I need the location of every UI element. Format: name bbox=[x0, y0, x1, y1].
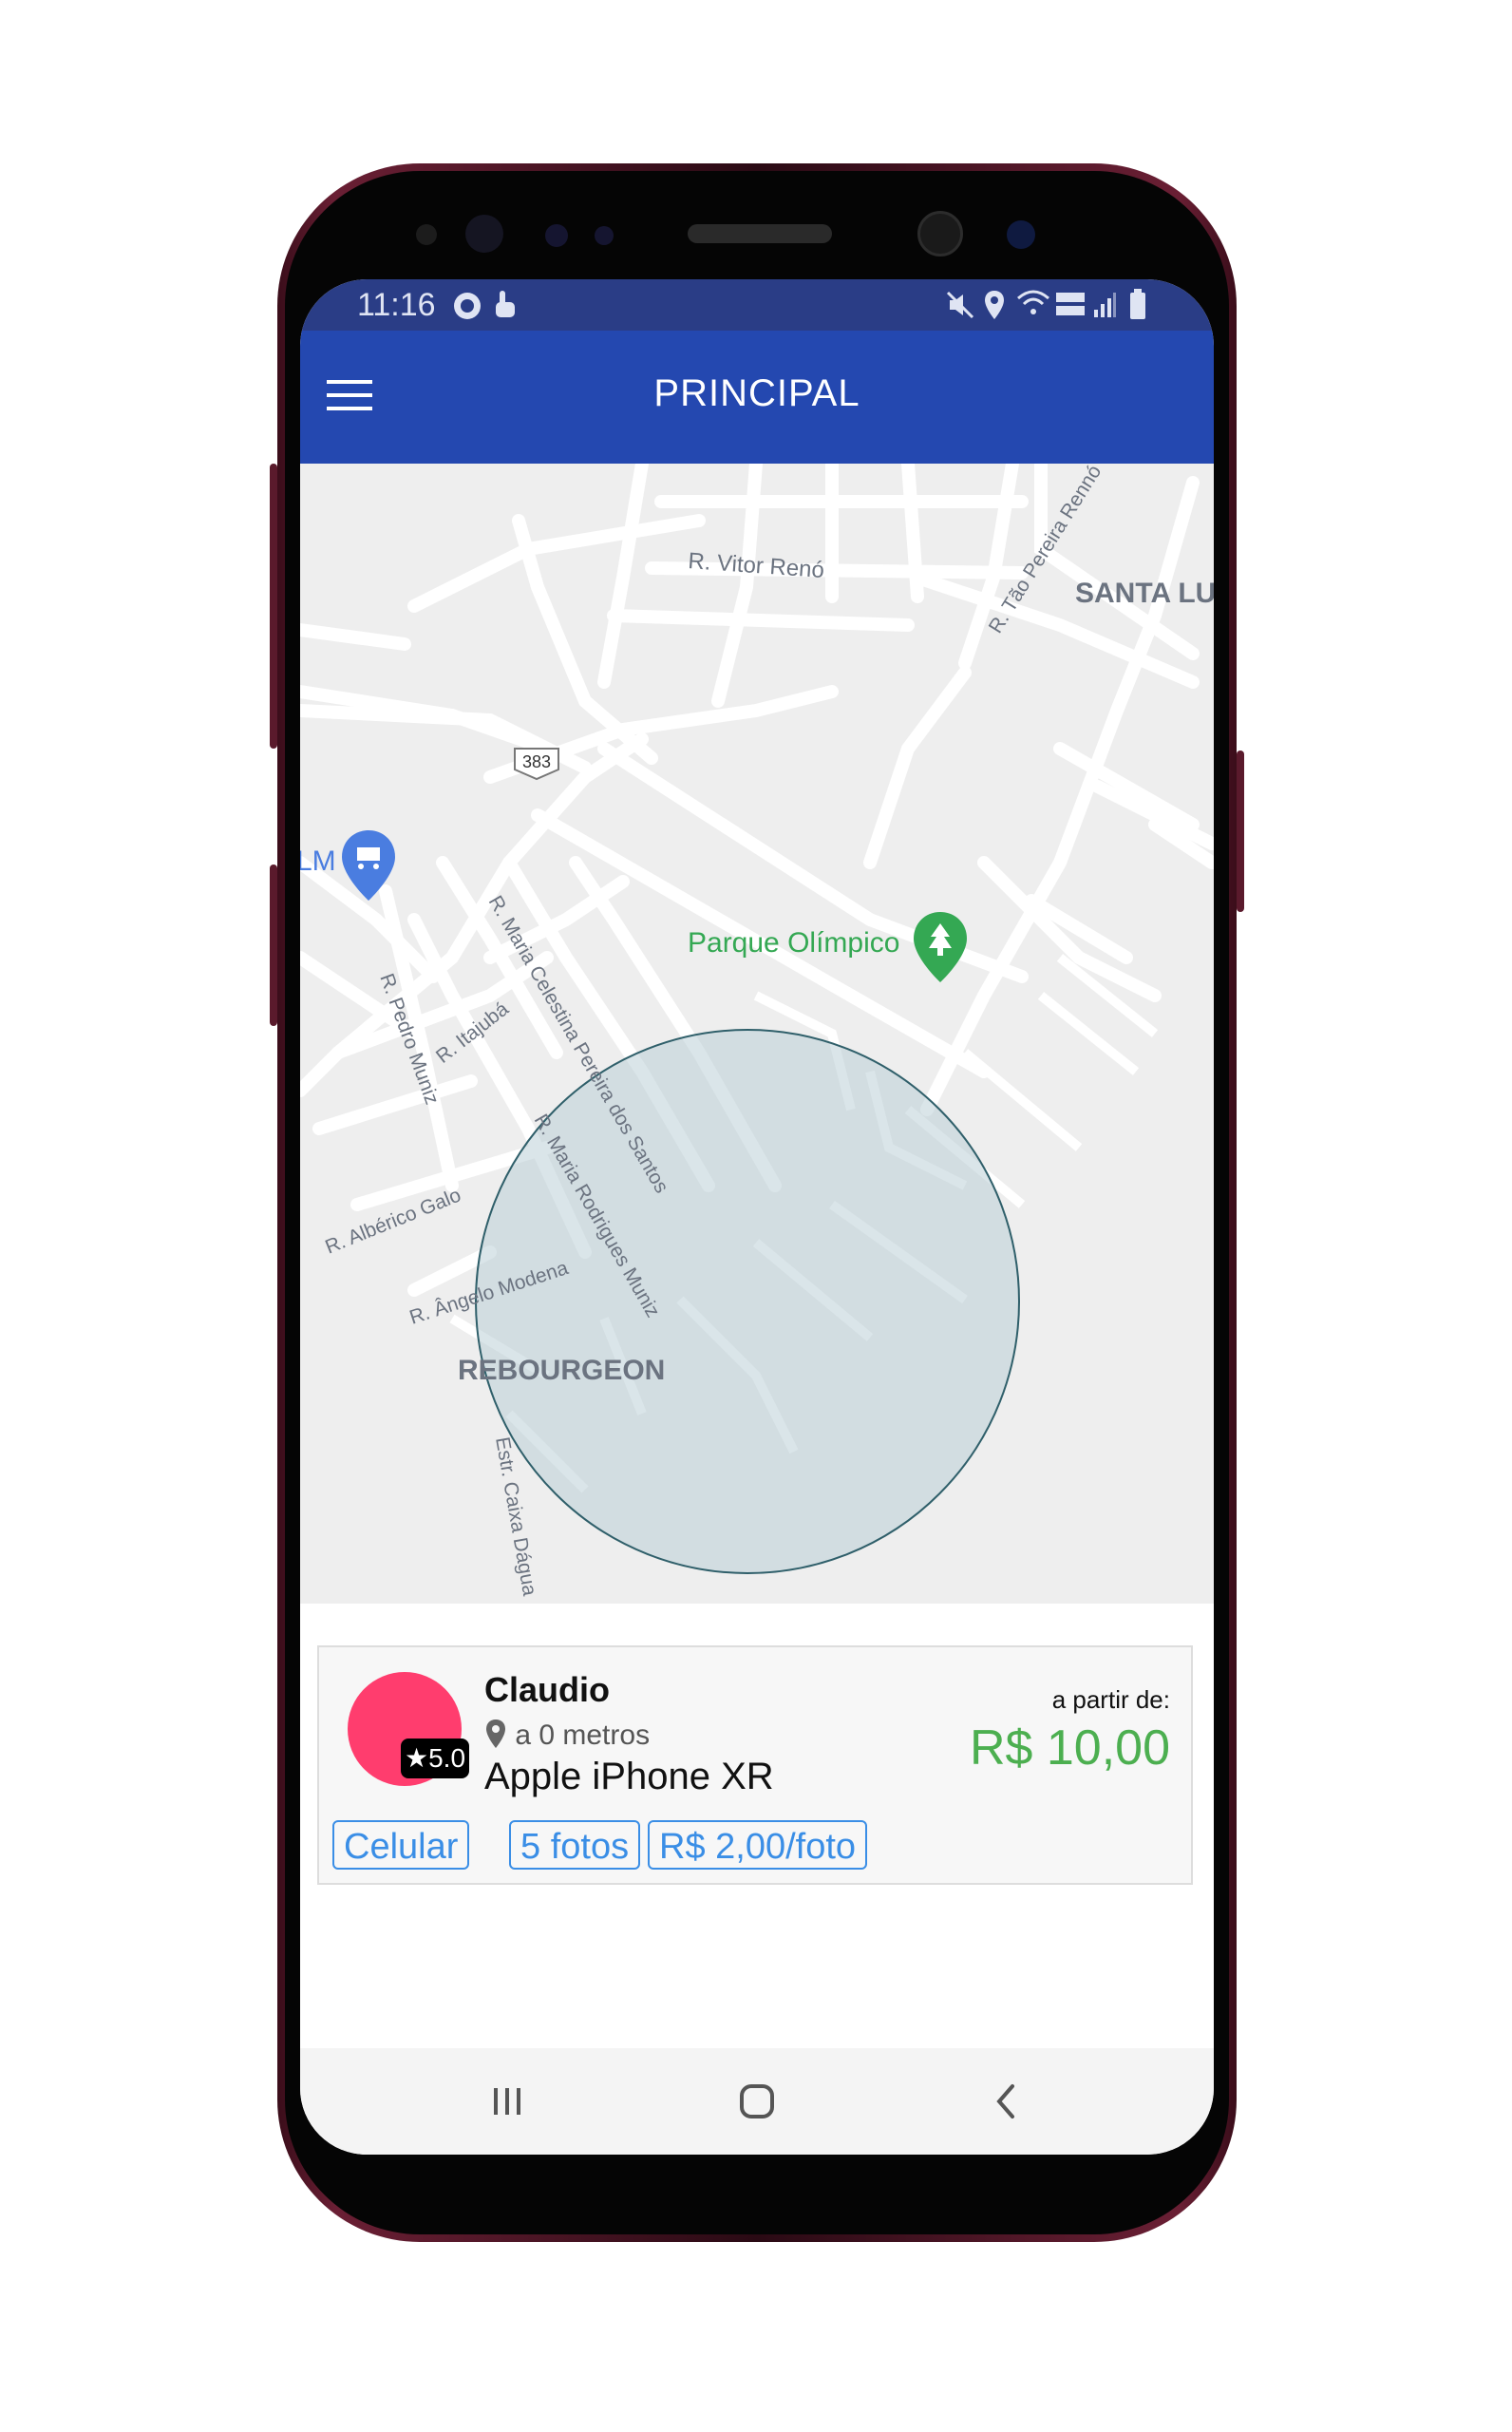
label-rebourgeon: REBOURGEON bbox=[458, 1355, 665, 1386]
sensor-dot bbox=[416, 224, 437, 245]
status-time: 11:16 bbox=[357, 287, 436, 323]
label-lm: LM bbox=[300, 846, 336, 877]
listing-area: ★5.0 Claudio a 0 metros Apple iPhone XR … bbox=[300, 1604, 1214, 2048]
volume-button bbox=[270, 464, 277, 749]
speaker-grille bbox=[688, 224, 832, 243]
recents-icon[interactable] bbox=[481, 2079, 534, 2124]
product-name: Apple iPhone XR bbox=[484, 1756, 774, 1797]
user-name: Claudio bbox=[484, 1670, 610, 1709]
distance-text: a 0 metros bbox=[515, 1720, 651, 1751]
screen: 11:16 PRINCIPAL R. Vitor Renó R. Tão Per… bbox=[300, 279, 1214, 2155]
rating-badge: ★5.0 bbox=[401, 1738, 469, 1778]
label-santa-lu: SANTA LU bbox=[1075, 578, 1214, 609]
chip-photos[interactable]: 5 fotos bbox=[509, 1820, 641, 1870]
chip-category[interactable]: Celular bbox=[332, 1820, 470, 1870]
hand-notification-icon bbox=[496, 291, 515, 317]
sensor-dot bbox=[545, 224, 568, 247]
power-button bbox=[1237, 750, 1244, 912]
map-view[interactable]: R. Vitor Renó R. Tão Pereira Rennó SANTA… bbox=[300, 464, 1214, 1604]
sensor-dot bbox=[465, 215, 503, 253]
front-camera bbox=[917, 211, 963, 256]
iris-sensor bbox=[1007, 220, 1035, 249]
volte-icon bbox=[1056, 293, 1085, 315]
search-radius-circle bbox=[475, 1029, 1020, 1574]
label-route-383: 383 bbox=[522, 752, 551, 771]
signal-icon bbox=[1094, 293, 1116, 317]
listing-card[interactable]: ★5.0 Claudio a 0 metros Apple iPhone XR … bbox=[317, 1645, 1193, 1885]
home-icon[interactable] bbox=[730, 2079, 784, 2124]
location-pin-icon bbox=[486, 1720, 505, 1748]
page-title: PRINCIPAL bbox=[653, 372, 860, 414]
app-bar: PRINCIPAL bbox=[300, 331, 1214, 464]
label-parque-olimpico: Parque Olímpico bbox=[688, 927, 899, 959]
system-nav-bar bbox=[300, 2048, 1214, 2155]
sensor-dot bbox=[595, 226, 614, 245]
sync-icon bbox=[454, 293, 481, 319]
battery-icon bbox=[1130, 289, 1145, 319]
distance-row: a 0 metros bbox=[484, 1718, 650, 1752]
chip-price-per-photo[interactable]: R$ 2,00/foto bbox=[648, 1820, 868, 1870]
mute-icon bbox=[946, 291, 974, 319]
wifi-icon bbox=[1017, 290, 1049, 314]
price-value: R$ 10,00 bbox=[969, 1720, 1170, 1776]
map-canvas[interactable]: R. Vitor Renó R. Tão Pereira Rennó SANTA… bbox=[300, 464, 1214, 1604]
bixby-button bbox=[270, 864, 277, 1026]
price-label: a partir de: bbox=[1051, 1685, 1170, 1714]
back-icon[interactable] bbox=[980, 2079, 1033, 2124]
status-bar: 11:16 bbox=[300, 279, 1214, 331]
location-status-icon bbox=[985, 291, 1004, 319]
